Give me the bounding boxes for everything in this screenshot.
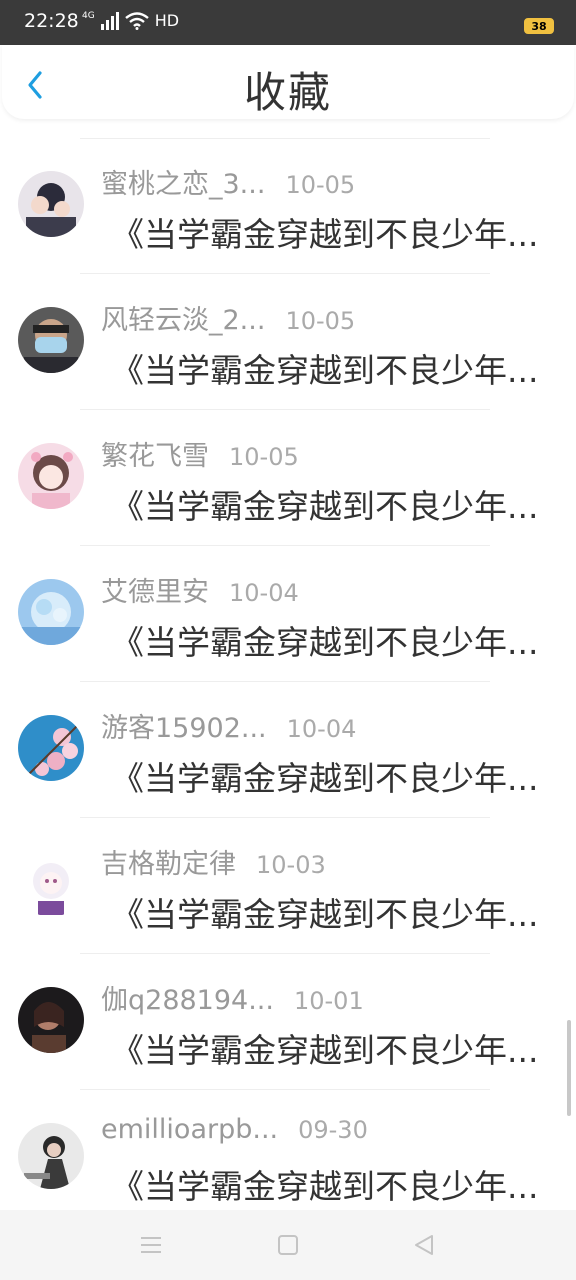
list-item[interactable]: 风轻云淡_2... 10-05 《当学霸金穿越到不良少年... — [0, 274, 576, 410]
item-title[interactable]: 《当学霸金穿越到不良少年... — [111, 752, 538, 800]
user-name: 风轻云淡_2... — [101, 305, 266, 336]
item-title[interactable]: 《当学霸金穿越到不良少年... — [111, 888, 538, 936]
status-icons: 4G HD — [82, 11, 179, 30]
avatar[interactable] — [18, 715, 84, 781]
item-date: 10-04 — [229, 579, 299, 607]
user-name: 艾德里安 — [101, 577, 209, 608]
item-title[interactable]: 《当学霸金穿越到不良少年... — [111, 616, 538, 664]
list-item[interactable]: 蜜桃之恋_3... 10-05 《当学霸金穿越到不良少年... — [0, 138, 576, 274]
user-name: 吉格勒定律 — [101, 849, 236, 880]
list-item[interactable]: 吉格勒定律 10-03 《当学霸金穿越到不良少年... — [0, 818, 576, 954]
header: 收藏 — [2, 45, 574, 119]
list-item[interactable]: 伽q288194... 10-01 《当学霸金穿越到不良少年... — [0, 954, 576, 1090]
network-label: 4G — [82, 11, 95, 21]
navigation-bar — [0, 1210, 576, 1280]
user-name: 蜜桃之恋_3... — [101, 169, 266, 200]
item-title[interactable]: 《当学霸金穿越到不良少年... — [111, 480, 538, 528]
list-item[interactable]: 繁花飞雪 10-05 《当学霸金穿越到不良少年... — [0, 410, 576, 546]
list-item[interactable]: 游客15902... 10-04 《当学霸金穿越到不良少年... — [0, 682, 576, 818]
user-name: 繁花飞雪 — [101, 441, 209, 472]
user-name: 游客15902... — [101, 713, 267, 744]
signal-icon — [100, 11, 119, 30]
avatar[interactable] — [18, 307, 84, 373]
battery-level: 38 — [531, 19, 547, 33]
item-title[interactable]: 《当学霸金穿越到不良少年... — [111, 344, 538, 392]
item-date: 10-05 — [229, 443, 299, 471]
hd-label: HD — [154, 11, 180, 30]
item-meta: 伽q288194... 10-01 — [101, 978, 364, 1017]
item-meta: emillioarpb... 09-30 — [101, 1114, 368, 1145]
avatar[interactable] — [18, 443, 84, 509]
status-bar: 22:28 4G HD 38 — [0, 0, 576, 45]
item-meta: 吉格勒定律 10-03 — [101, 842, 326, 881]
item-meta: 艾德里安 10-04 — [101, 570, 299, 609]
menu-icon[interactable] — [137, 1231, 165, 1259]
item-date: 10-03 — [256, 851, 326, 879]
item-date: 10-05 — [285, 307, 356, 335]
item-title[interactable]: 《当学霸金穿越到不良少年... — [111, 208, 538, 256]
item-date: 10-04 — [286, 715, 357, 743]
item-meta: 蜜桃之恋_3... 10-05 — [101, 162, 355, 201]
avatar[interactable] — [18, 1123, 84, 1189]
item-title[interactable]: 《当学霸金穿越到不良少年... — [111, 1024, 538, 1072]
page-title: 收藏 — [243, 68, 332, 117]
list-item[interactable]: 艾德里安 10-04 《当学霸金穿越到不良少年... — [0, 546, 576, 682]
battery-icon: 38 — [524, 18, 554, 34]
scrollbar[interactable] — [567, 1020, 571, 1116]
avatar[interactable] — [18, 171, 84, 237]
item-title[interactable]: 《当学霸金穿越到不良少年... — [111, 1160, 538, 1208]
avatar[interactable] — [18, 987, 84, 1053]
item-date: 10-05 — [285, 171, 356, 199]
back-triangle-icon[interactable] — [410, 1231, 438, 1259]
user-name: emillioarpb... — [101, 1114, 279, 1145]
item-meta: 繁花飞雪 10-05 — [101, 434, 299, 473]
home-square-icon[interactable] — [274, 1231, 302, 1259]
item-date: 10-01 — [293, 987, 364, 1015]
item-meta: 游客15902... 10-04 — [101, 706, 356, 745]
favorites-list[interactable]: 蜜桃之恋_3... 10-05 《当学霸金穿越到不良少年... 风轻云淡_2..… — [0, 138, 576, 1210]
user-name: 伽q288194... — [101, 985, 274, 1016]
status-time: 22:28 — [24, 10, 79, 32]
list-item[interactable]: emillioarpb... 09-30 《当学霸金穿越到不良少年... — [0, 1090, 576, 1210]
avatar[interactable] — [18, 851, 84, 917]
item-meta: 风轻云淡_2... 10-05 — [101, 298, 355, 337]
wifi-icon — [124, 11, 149, 30]
item-date: 09-30 — [298, 1116, 368, 1144]
avatar[interactable] — [18, 579, 84, 645]
